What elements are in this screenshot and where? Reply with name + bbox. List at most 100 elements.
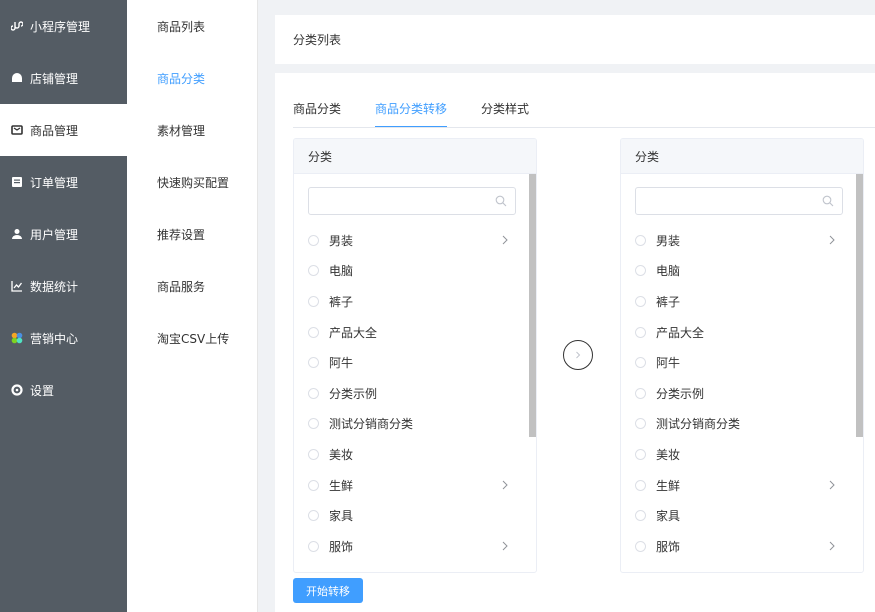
radio-button[interactable]: [635, 540, 646, 552]
search-icon[interactable]: [495, 195, 507, 207]
radio-button[interactable]: [308, 357, 319, 369]
category-search-input[interactable]: [309, 188, 489, 214]
category-search-box: [308, 187, 516, 215]
category-label: 服饰: [329, 539, 354, 554]
radio-button[interactable]: [308, 295, 319, 307]
radio-button[interactable]: [635, 234, 646, 246]
category-item[interactable]: 家具: [635, 500, 840, 531]
panel-scrollbar[interactable]: [856, 174, 863, 437]
category-item[interactable]: 生鲜: [308, 470, 513, 501]
category-item[interactable]: 测试分销商分类: [635, 409, 840, 440]
chevron-right-icon[interactable]: [501, 540, 509, 552]
category-item[interactable]: 阿牛: [308, 347, 513, 378]
category-label: 测试分销商分类: [329, 417, 414, 432]
sidebar-item-label: 商品管理: [30, 123, 79, 138]
submenu-item-csv-upload[interactable]: 淘宝CSV上传: [127, 312, 257, 364]
transfer-arrow-button[interactable]: [563, 340, 593, 370]
chevron-right-icon[interactable]: [828, 540, 836, 552]
category-item[interactable]: 阿牛: [635, 347, 840, 378]
radio-button[interactable]: [308, 418, 319, 430]
submenu-item-product-category[interactable]: 商品分类: [127, 52, 257, 104]
category-item[interactable]: 产品大全: [635, 317, 840, 348]
sub-sidebar: 商品列表 商品分类 素材管理 快速购买配置 推荐设置 商品服务 淘宝CSV上传: [127, 0, 258, 612]
chevron-right-icon[interactable]: [501, 479, 509, 491]
submenu-item-service[interactable]: 商品服务: [127, 260, 257, 312]
panel-scrollbar[interactable]: [529, 174, 536, 437]
tab-product-category[interactable]: 商品分类: [293, 100, 341, 128]
category-item[interactable]: 生鲜: [635, 470, 840, 501]
tab-bar: 商品分类 商品分类转移 分类样式: [293, 100, 563, 128]
sidebar-item-statistics[interactable]: 数据统计: [0, 260, 127, 312]
sidebar-item-orders[interactable]: 订单管理: [0, 156, 127, 208]
category-item[interactable]: 服饰: [635, 531, 840, 562]
order-icon: [11, 176, 23, 188]
shop-icon: [11, 72, 23, 84]
mini-program-icon: [11, 20, 23, 32]
category-item[interactable]: 美妆: [635, 439, 840, 470]
tab-category-style[interactable]: 分类样式: [481, 100, 529, 128]
sidebar-item-shop[interactable]: 店铺管理: [0, 52, 127, 104]
category-item[interactable]: 裤子: [635, 286, 840, 317]
category-item[interactable]: 服饰: [308, 531, 513, 562]
radio-button[interactable]: [635, 418, 646, 430]
category-search-input[interactable]: [636, 188, 816, 214]
radio-button[interactable]: [308, 479, 319, 491]
radio-button[interactable]: [308, 448, 319, 460]
category-label: 服饰: [656, 539, 681, 554]
category-item[interactable]: 男装: [635, 225, 840, 256]
source-category-panel: 分类 男装 电脑 裤子 产品大全 阿牛 分类示例 测试分销商分类 美妆 生鲜 家…: [293, 138, 537, 573]
tab-category-transfer[interactable]: 商品分类转移: [375, 100, 448, 128]
submenu-item-recommend[interactable]: 推荐设置: [127, 208, 257, 260]
category-item[interactable]: 电脑: [308, 256, 513, 287]
radio-button[interactable]: [635, 357, 646, 369]
category-item[interactable]: 美妆: [308, 439, 513, 470]
radio-button[interactable]: [308, 326, 319, 338]
chevron-right-icon[interactable]: [828, 479, 836, 491]
submenu-item-quick-buy[interactable]: 快速购买配置: [127, 156, 257, 208]
category-item[interactable]: 男装: [308, 225, 513, 256]
chevron-right-icon[interactable]: [501, 234, 509, 246]
sidebar-item-products[interactable]: 商品管理: [0, 104, 127, 156]
radio-button[interactable]: [635, 510, 646, 522]
chart-icon: [11, 280, 23, 292]
radio-button[interactable]: [308, 387, 319, 399]
category-item[interactable]: 电脑: [635, 256, 840, 287]
sidebar-item-settings[interactable]: 设置: [0, 364, 127, 416]
radio-button[interactable]: [308, 265, 319, 277]
radio-button[interactable]: [308, 540, 319, 552]
radio-button[interactable]: [635, 295, 646, 307]
radio-button[interactable]: [635, 387, 646, 399]
content-card: 商品分类 商品分类转移 分类样式 分类 男装 电脑 裤子 产品大全 阿牛 分类示…: [275, 73, 875, 612]
sidebar-item-mini-program[interactable]: 小程序管理: [0, 0, 127, 52]
category-item[interactable]: 产品大全: [308, 317, 513, 348]
main-sidebar: 小程序管理 店铺管理 商品管理 订单管理 用户管理 数据统计 营销中心 设置: [0, 0, 127, 612]
category-label: 美妆: [656, 447, 681, 462]
sidebar-item-marketing[interactable]: 营销中心: [0, 312, 127, 364]
category-item[interactable]: 分类示例: [635, 378, 840, 409]
category-item[interactable]: 测试分销商分类: [308, 409, 513, 440]
radio-button[interactable]: [635, 326, 646, 338]
panel-header: 分类: [294, 139, 536, 174]
sidebar-item-users[interactable]: 用户管理: [0, 208, 127, 260]
radio-button[interactable]: [308, 234, 319, 246]
category-item[interactable]: 家具: [308, 500, 513, 531]
submenu-item-product-list[interactable]: 商品列表: [127, 0, 257, 52]
panel-title: 分类: [308, 149, 333, 164]
category-item[interactable]: 分类示例: [308, 378, 513, 409]
radio-button[interactable]: [635, 448, 646, 460]
category-tree: 男装 电脑 裤子 产品大全 阿牛 分类示例 测试分销商分类 美妆 生鲜 家具 服…: [308, 225, 513, 562]
start-transfer-button[interactable]: 开始转移: [293, 578, 363, 603]
product-icon: [11, 124, 23, 136]
category-label: 美妆: [329, 447, 354, 462]
radio-button[interactable]: [635, 479, 646, 491]
radio-button[interactable]: [635, 265, 646, 277]
panel-title: 分类: [635, 149, 660, 164]
search-icon[interactable]: [822, 195, 834, 207]
main-area: 分类列表 商品分类 商品分类转移 分类样式 分类 男装 电脑 裤子 产品大全 阿…: [258, 0, 875, 612]
radio-button[interactable]: [308, 510, 319, 522]
tab-divider: [293, 127, 875, 128]
sidebar-item-label: 营销中心: [30, 331, 79, 346]
submenu-item-material[interactable]: 素材管理: [127, 104, 257, 156]
chevron-right-icon[interactable]: [828, 234, 836, 246]
category-item[interactable]: 裤子: [308, 286, 513, 317]
